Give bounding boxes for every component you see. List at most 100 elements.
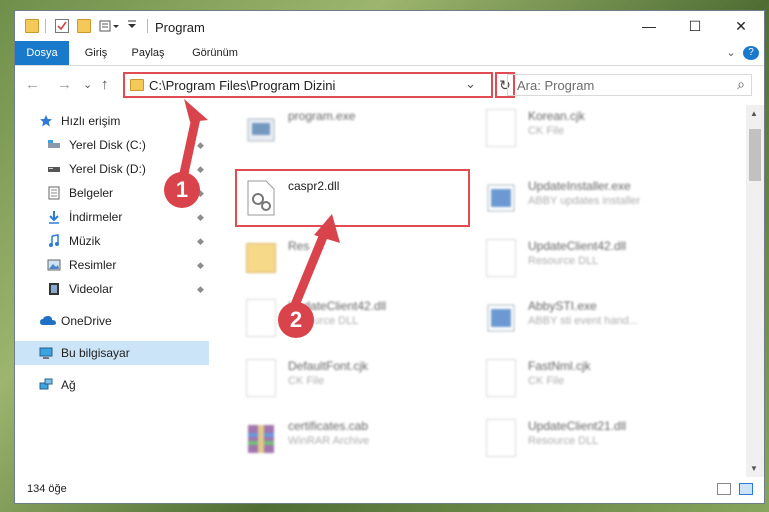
sidebar-item-label: Bu bilgisayar (61, 346, 130, 360)
title-bar: Program — ☐ ✕ (15, 11, 764, 41)
ribbon-expand-icon[interactable]: ⌄ (723, 41, 739, 65)
address-dropdown-icon[interactable]: ⌄ (465, 76, 476, 92)
status-bar: 134 öğe (15, 477, 764, 503)
up-button[interactable]: ↑ (101, 76, 109, 93)
navigation-pane: Hızlı erişim Yerel Disk (C:) ◆ Yerel Dis… (15, 105, 210, 475)
file-description: CK File (528, 375, 565, 387)
tab-view[interactable]: Görünüm (185, 41, 245, 65)
file-description: ABBY updates installer (528, 195, 641, 207)
video-icon (49, 283, 59, 295)
pin-icon[interactable]: ◆ (197, 277, 204, 301)
back-button[interactable]: ← (25, 76, 40, 93)
sidebar-item-pictures[interactable]: Resimler ◆ (15, 253, 209, 277)
help-icon[interactable]: ? (743, 46, 759, 60)
pictures-icon (47, 259, 61, 271)
sidebar-item-network[interactable]: Ağ (15, 373, 209, 397)
file-item[interactable]: AbbySTI.exe ABBY sti event hand... (476, 295, 716, 351)
search-icon[interactable]: ⌕ (737, 76, 745, 93)
address-bar[interactable]: C:\Program Files\Program Dizini ⌄ (123, 72, 493, 98)
file-description: Resource DLL (528, 435, 599, 447)
maximize-button[interactable]: ☐ (672, 11, 718, 41)
pin-icon[interactable]: ◆ (197, 157, 204, 181)
address-path[interactable]: C:\Program Files\Program Dizini (149, 78, 335, 93)
sidebar-item-label: Belgeler (69, 186, 114, 200)
file-name: certificates.cab (288, 419, 369, 433)
folder-icon (130, 79, 144, 91)
recent-locations-button[interactable]: ⌄ (83, 78, 92, 91)
vertical-scrollbar[interactable]: ▲ ▼ (746, 105, 764, 477)
exe-icon (487, 184, 515, 212)
search-box[interactable]: Ara: Program ⌕ (507, 74, 752, 96)
sidebar-item-quick-access[interactable]: Hızlı erişim (15, 109, 209, 133)
file-item[interactable]: Korean.cjk CK File (476, 105, 716, 161)
file-item[interactable]: DefaultFont.cjk CK File (236, 355, 476, 411)
item-count: 134 öğe (27, 483, 67, 495)
file-list: program.exe Korean.cjk CK File caspr2.dl… (210, 105, 740, 477)
tab-home[interactable]: Giriş (75, 41, 117, 65)
cloud-icon (40, 316, 56, 325)
details-view-icon[interactable] (717, 483, 731, 495)
sidebar-item-onedrive[interactable]: OneDrive (15, 309, 209, 333)
close-button[interactable]: ✕ (718, 11, 764, 41)
dll-icon (246, 299, 276, 337)
documents-icon (48, 186, 60, 200)
computer-icon (39, 347, 53, 359)
step-badge-1: 1 (164, 172, 200, 208)
large-icons-view-icon[interactable] (739, 483, 753, 495)
sidebar-item-label: Müzik (69, 234, 101, 248)
file-description: CK File (288, 375, 325, 387)
sidebar-item-label: Resimler (69, 258, 117, 272)
pin-icon[interactable]: ◆ (197, 133, 204, 157)
file-name: UpdateClient21.dll (528, 419, 627, 433)
document-icon (486, 109, 516, 147)
dll-icon (486, 419, 516, 457)
step-badge-2: 2 (278, 302, 314, 338)
network-icon (39, 378, 53, 390)
sidebar-item-local-disk-c[interactable]: Yerel Disk (C:) ◆ (15, 133, 209, 157)
scrollbar-thumb[interactable] (749, 129, 761, 181)
file-item[interactable]: UpdateClient42.dll Resource DLL (236, 295, 476, 351)
sidebar-item-label: Ağ (61, 378, 76, 392)
file-item[interactable]: UpdateClient21.dll Resource DLL (476, 415, 716, 471)
file-item[interactable]: Res (236, 235, 476, 291)
file-item[interactable]: program.exe (236, 105, 476, 161)
scroll-down-icon[interactable]: ▼ (750, 464, 758, 473)
file-item[interactable]: UpdateInstaller.exe ABBY updates install… (476, 175, 716, 231)
sidebar-item-videos[interactable]: Videolar ◆ (15, 277, 209, 301)
sidebar-item-label: İndirmeler (69, 210, 123, 224)
pin-icon[interactable]: ◆ (197, 205, 204, 229)
document-icon (486, 359, 516, 397)
file-name: DefaultFont.cjk (288, 359, 369, 373)
search-input[interactable]: Ara: Program (517, 78, 594, 93)
exe-icon (487, 304, 515, 332)
new-folder-icon[interactable] (77, 19, 91, 33)
file-name: Korean.cjk (528, 109, 585, 123)
drive-icon (48, 140, 60, 148)
properties-icon[interactable] (55, 19, 69, 33)
sidebar-item-this-pc[interactable]: Bu bilgisayar (15, 341, 209, 365)
highlight-box (235, 169, 470, 227)
tab-share[interactable]: Paylaş (123, 41, 173, 65)
sidebar-item-music[interactable]: Müzik ◆ (15, 229, 209, 253)
minimize-button[interactable]: — (626, 11, 672, 41)
sidebar-item-label: Yerel Disk (D:) (69, 162, 146, 176)
file-item[interactable]: UpdateClient42.dll Resource DLL (476, 235, 716, 291)
quick-access-dropdown-icon[interactable] (127, 19, 141, 33)
folder-icon (246, 243, 276, 273)
pin-icon[interactable]: ◆ (197, 253, 204, 277)
download-icon (49, 211, 59, 224)
file-item[interactable]: certificates.cab WinRAR Archive (236, 415, 476, 471)
file-description: CK File (528, 125, 565, 137)
window-title: Program (155, 20, 205, 35)
scroll-up-icon[interactable]: ▲ (750, 109, 758, 118)
file-name: program.exe (288, 109, 356, 123)
file-name: UpdateInstaller.exe (528, 179, 631, 193)
separator (147, 19, 148, 33)
sidebar-item-downloads[interactable]: İndirmeler ◆ (15, 205, 209, 229)
document-icon (246, 359, 276, 397)
tab-file[interactable]: Dosya (15, 41, 69, 65)
pin-icon[interactable]: ◆ (197, 229, 204, 253)
file-item[interactable]: FastNml.cjk CK File (476, 355, 716, 411)
forward-button[interactable]: → (57, 76, 72, 93)
customize-quick-access-icon[interactable] (99, 19, 119, 33)
